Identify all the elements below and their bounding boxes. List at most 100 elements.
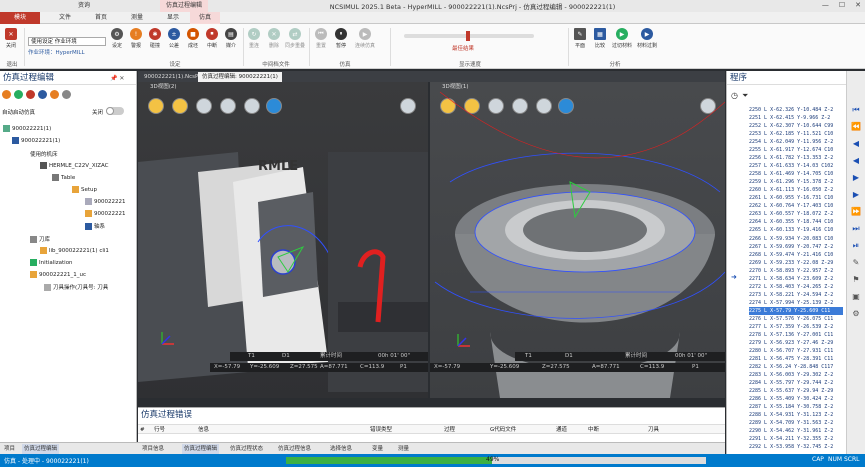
tab-home[interactable]: 首页 <box>86 12 116 24</box>
prev-block-icon[interactable]: ⏪ <box>851 122 861 132</box>
maximize-button[interactable]: ☐ <box>839 1 845 9</box>
save-icon[interactable]: ▣ <box>851 292 861 302</box>
sync-button[interactable]: ⇄ 同步重叠 <box>285 28 305 49</box>
tree-node[interactable]: Initialization <box>30 259 73 266</box>
tab-measure[interactable]: 测量 <box>398 444 409 454</box>
tree-node[interactable]: 使用的机床 <box>30 150 58 158</box>
tree-node[interactable]: Table <box>52 174 75 181</box>
tab-module[interactable]: 模块 <box>0 12 40 24</box>
nc-code-line[interactable]: 2265 L X-60.133 Y-19.416 C10 <box>749 226 843 234</box>
tree-node[interactable]: 轴系 <box>85 222 105 230</box>
refresh-icon[interactable] <box>14 90 23 99</box>
tab-variables[interactable]: 变量 <box>372 444 383 454</box>
tree-node[interactable]: HERMLE_C22V_XIZAC <box>40 162 108 169</box>
nc-code-line[interactable]: 2269 L X-59.233 Y-22.08 Z-29 <box>749 259 843 267</box>
nc-code-line[interactable]: 2273 L X-58.221 Y-24.594 Z-2 <box>749 291 843 299</box>
nc-code-list[interactable]: 2250 L X-62.326 Y-10.484 Z-2 2251 L X-62.… <box>749 106 843 451</box>
nc-code-line[interactable]: 2268 L X-59.474 Y-21.416 C10 <box>749 251 843 259</box>
nc-code-line[interactable]: 2261 L X-60.955 Y-16.731 C10 <box>749 194 843 202</box>
delete-button[interactable]: ✕ 删除 <box>267 28 281 49</box>
collision-button[interactable]: ✱ 碰撞 <box>148 28 162 49</box>
tab-selection-info[interactable]: 选择信息 <box>330 444 352 454</box>
nc-code-line[interactable]: 2256 L X-61.782 Y-13.353 Z-2 <box>749 154 843 162</box>
search-icon[interactable] <box>62 90 71 99</box>
close-button[interactable]: ✕ 关闭 <box>4 28 18 49</box>
tab-process-info[interactable]: 仿真过程信息 <box>278 444 311 454</box>
tree-node[interactable]: Setup <box>72 186 97 193</box>
filter-icon[interactable]: ⏷ <box>742 91 748 101</box>
nc-code-line[interactable]: 2289 L X-54.709 Y-31.563 Z-2 <box>749 419 843 427</box>
3d-view-2[interactable]: 3D视图(2) RMLE T1 D1 累计时间 00h 01' 00" X=-5… <box>138 82 428 398</box>
media-button[interactable]: ▤ 媒介 <box>224 28 238 49</box>
overcut-button[interactable]: ▶ 过切材料 <box>612 28 632 49</box>
nc-code-line[interactable]: 2260 L X-61.113 Y-16.050 Z-2 <box>749 186 843 194</box>
3d-view-1[interactable]: 3D视图(1) T1 D1 累计时间 00h 01' 00" X=-57.79 … <box>430 82 725 398</box>
nc-code-line[interactable]: 2281 L X-56.475 Y-28.391 C11 <box>749 355 843 363</box>
environment-select[interactable]: 使用设定 作业环境 <box>28 37 106 46</box>
nc-code-line[interactable]: 2290 L X-54.462 Y-31.961 Z-2 <box>749 427 843 435</box>
step-back-icon[interactable]: ◀ <box>851 139 861 149</box>
nc-code-line[interactable]: 2287 L X-55.184 Y-30.758 Z-2 <box>749 403 843 411</box>
nc-code-line[interactable]: 2274 L X-57.994 Y-25.139 Z-2 <box>749 299 843 307</box>
nc-code-line[interactable]: 2272 L X-58.403 Y-24.265 Z-2 <box>749 283 843 291</box>
tree-node[interactable]: 900022221 <box>85 198 126 205</box>
speed-slider-handle[interactable] <box>466 31 470 41</box>
play-back-icon[interactable]: ◀ <box>851 156 861 166</box>
tab-project[interactable]: 项目 <box>4 444 15 454</box>
tab-process-errors[interactable]: 仿真过程编辑 <box>182 444 220 454</box>
nc-code-line[interactable]: 2258 L X-61.469 Y-14.705 C10 <box>749 170 843 178</box>
reset-button[interactable]: ⏮ 重置 <box>314 28 328 49</box>
nc-code-line[interactable]: 2283 L X-56.003 Y-29.302 Z-2 <box>749 371 843 379</box>
nc-code-line[interactable]: 2277 L X-57.359 Y-26.539 Z-2 <box>749 323 843 331</box>
nc-code-line[interactable]: 2271 L X-58.634 Y-23.609 Z-2 <box>749 275 843 283</box>
nc-code-line[interactable]: 2292 L X-53.958 Y-32.745 Z-2 <box>749 443 843 451</box>
tree-node[interactable]: 900022221(1) <box>3 125 51 132</box>
tab-measure[interactable]: 测量 <box>122 12 152 24</box>
edit-icon[interactable] <box>50 90 59 99</box>
settings-button[interactable]: ⚙ 设定 <box>110 28 124 49</box>
panel-pin-icon[interactable]: 📌 ✕ <box>110 75 124 82</box>
stock-button[interactable]: ■ 成坯 <box>186 28 200 49</box>
tree-node[interactable]: 900022221(1) <box>12 137 60 144</box>
nc-code-line[interactable]: 2262 L X-60.764 Y-17.403 C10 <box>749 202 843 210</box>
auto-start-toggle[interactable] <box>106 107 124 115</box>
nc-code-line[interactable]: 2282 L X-56.24 Y-28.848 C117 <box>749 363 843 371</box>
add-process-icon[interactable] <box>2 90 11 99</box>
nc-code-line[interactable]: 2280 L X-56.707 Y-27.931 C11 <box>749 347 843 355</box>
pause-button[interactable]: ⏸ 暂停 <box>334 28 348 49</box>
alarm-button[interactable]: ! 警报 <box>129 28 143 49</box>
tab-process-status[interactable]: 仿真过程状态 <box>230 444 263 454</box>
tab-file[interactable]: 文件 <box>50 12 80 24</box>
nc-code-line[interactable]: 2259 L X-61.296 Y-15.378 Z-2 <box>749 178 843 186</box>
nc-code-line[interactable]: 2276 L X-57.576 Y-26.075 C11 <box>749 315 843 323</box>
nc-code-line[interactable]: 2284 L X-55.797 Y-29.744 Z-2 <box>749 379 843 387</box>
nc-code-line[interactable]: 2253 L X-62.185 Y-11.521 C10 <box>749 130 843 138</box>
speed-slider[interactable] <box>404 31 534 41</box>
bookmark-icon[interactable]: ⚑ <box>851 275 861 285</box>
nc-code-line[interactable]: 2291 L X-54.211 Y-32.355 Z-2 <box>749 435 843 443</box>
clock-icon[interactable]: ◷ <box>731 91 738 101</box>
tab-display[interactable]: 显示 <box>158 12 188 24</box>
close-window-button[interactable]: ✕ <box>855 1 861 9</box>
first-line-icon[interactable]: ⏮ <box>851 105 861 115</box>
nc-code-line[interactable]: 2266 L X-59.934 Y-20.083 C10 <box>749 235 843 243</box>
tab-project[interactable]: 900022221(1).NcsPrj <box>140 72 206 82</box>
continuous-sim-button[interactable]: ▶ 连续仿真 <box>355 28 375 49</box>
minimize-button[interactable]: — <box>822 1 829 9</box>
nc-code-line[interactable]: 2250 L X-62.326 Y-10.484 Z-2 <box>749 106 843 114</box>
interrupt-button[interactable]: ⏹ 中断 <box>205 28 219 49</box>
nc-code-line[interactable]: 2267 L X-59.699 Y-20.747 Z-2 <box>749 243 843 251</box>
nc-code-line[interactable]: 2278 L X-57.136 Y-27.001 C11 <box>749 331 843 339</box>
nc-code-line[interactable]: 2254 L X-62.049 Y-11.956 Z-2 <box>749 138 843 146</box>
tab-process-edit[interactable]: 仿真过程编辑: 900022221(1) <box>198 72 282 82</box>
nc-code-line[interactable]: 2279 L X-56.923 Y-27.46 Z-29 <box>749 339 843 347</box>
tolerance-button[interactable]: ± 公差 <box>167 28 181 49</box>
step-forward-icon[interactable]: ▶ <box>851 190 861 200</box>
tab-process-edit-left[interactable]: 仿真过程编辑 <box>22 444 60 454</box>
compare-button[interactable]: ▦ 比较 <box>593 28 607 49</box>
settings-icon[interactable]: ⚙ <box>851 309 861 319</box>
nc-code-line[interactable]: 2257 L X-61.633 Y-14.03 C102 <box>749 162 843 170</box>
nc-code-line[interactable]: 2252 L X-62.307 Y-10.644 C99 <box>749 122 843 130</box>
edit-icon[interactable]: ✎ <box>851 258 861 268</box>
nc-code-line[interactable]: 2286 L X-55.409 Y-30.424 Z-2 <box>749 395 843 403</box>
